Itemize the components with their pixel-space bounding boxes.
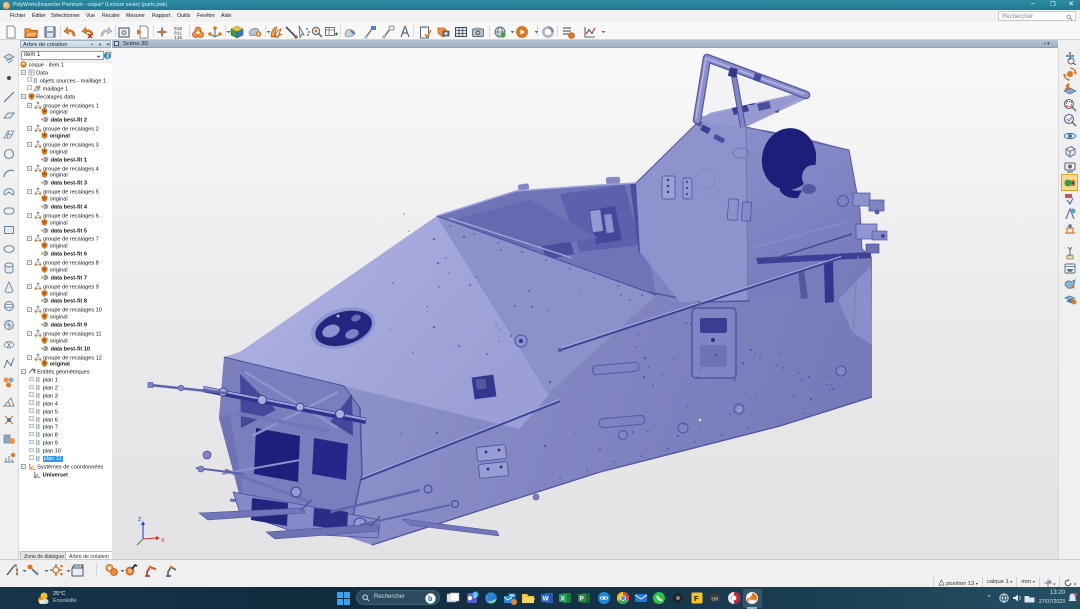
svg-text:110: 110 bbox=[174, 35, 182, 39]
svg-text:cm: cm bbox=[712, 597, 719, 603]
svg-text:b: b bbox=[428, 596, 432, 603]
svg-text:X: X bbox=[161, 538, 165, 544]
svg-text:W: W bbox=[543, 596, 550, 603]
svg-text:Z: Z bbox=[138, 517, 142, 523]
svg-text:X: X bbox=[561, 596, 566, 603]
svg-text:F: F bbox=[694, 594, 699, 603]
svg-text:P: P bbox=[580, 596, 585, 603]
